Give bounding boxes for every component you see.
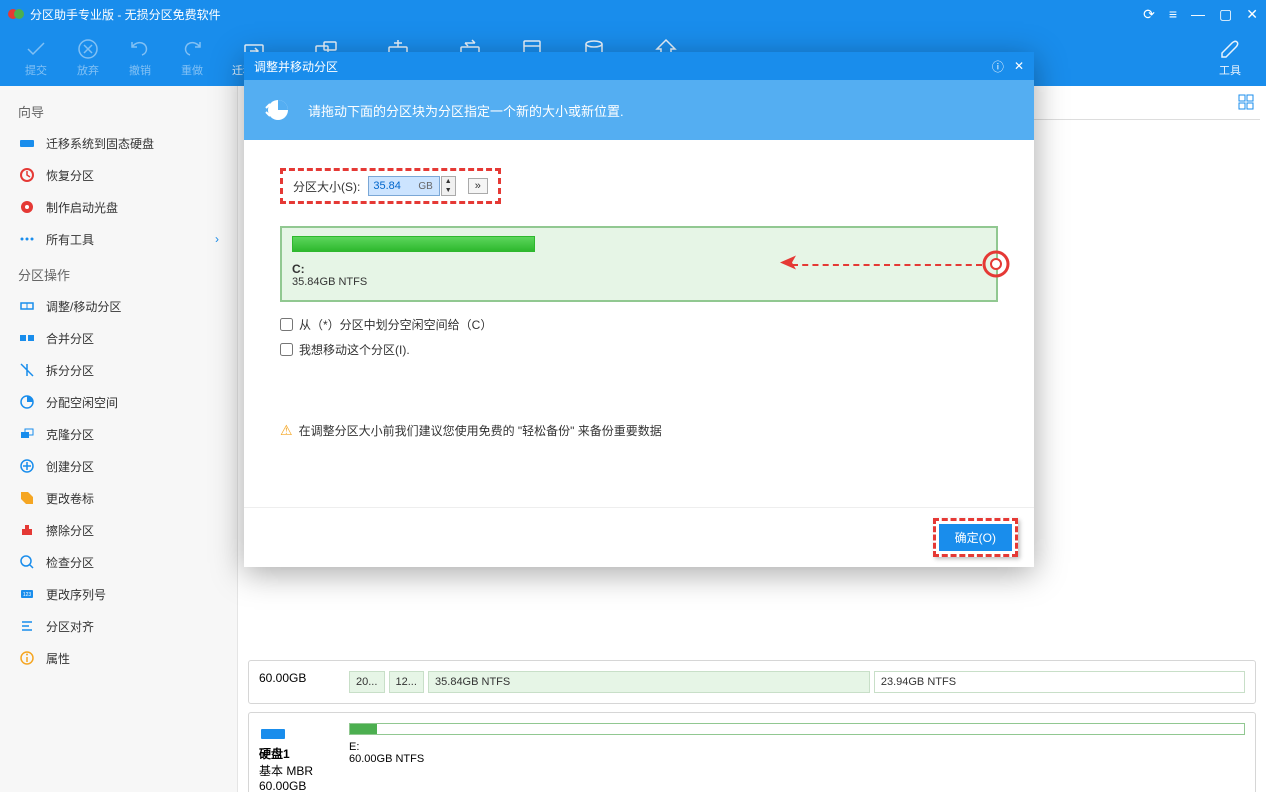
disk0-part3[interactable]: 23.94GB NTFS [874, 671, 1245, 693]
dialog-footer: 确定(O) [244, 507, 1034, 567]
help-icon[interactable]: ⓘ [992, 58, 1004, 75]
viz-size-label: 35.84GB NTFS [292, 276, 986, 288]
dialog-title: 调整并移动分区 [254, 58, 338, 75]
info-icon [18, 649, 36, 667]
maximize-icon[interactable]: ▢ [1219, 6, 1232, 23]
allocate-from-checkbox[interactable] [280, 318, 293, 331]
merge-icon [18, 329, 36, 347]
refresh-icon[interactable]: ⟳ [1143, 6, 1155, 23]
warning-text: 在调整分区大小前我们建议您使用免费的 "轻松备份" 来备份重要数据 [299, 422, 662, 439]
backup-warning: ⚠ 在调整分区大小前我们建议您使用免费的 "轻松备份" 来备份重要数据 [280, 422, 998, 439]
disk1-size: 60.00GB [259, 779, 349, 792]
dialog-header: 调整并移动分区 ⓘ ✕ [244, 52, 1034, 80]
ssd-icon [18, 134, 36, 152]
disk0-size: 60.00GB [259, 671, 349, 685]
sidebar: 向导 迁移系统到固态硬盘 恢复分区 制作启动光盘 所有工具› 分区操作 调整/移… [0, 86, 238, 792]
window-title: 分区助手专业版 - 无损分区免费软件 [30, 6, 1143, 23]
split-icon [18, 361, 36, 379]
move-partition-checkbox[interactable] [280, 343, 293, 356]
serial-icon: 123 [18, 585, 36, 603]
dots-icon [18, 230, 36, 248]
disk0-part0[interactable]: 20... [349, 671, 385, 693]
sidebar-item-clone-part[interactable]: 克隆分区 [0, 418, 237, 450]
resize-handle-icon[interactable] [982, 250, 1010, 278]
allocate-icon [18, 393, 36, 411]
sidebar-item-merge[interactable]: 合并分区 [0, 322, 237, 354]
disk1-name: 硬盘1 [259, 745, 349, 762]
sidebar-item-allocate[interactable]: 分配空闲空间 [0, 386, 237, 418]
allocate-from-checkbox-row: 从（*）分区中划分空闲空间给（C） [280, 316, 998, 333]
resize-partition-dialog: 调整并移动分区 ⓘ ✕ 请拖动下面的分区块为分区指定一个新的大小或新位置. 分区… [244, 52, 1034, 567]
expand-button[interactable]: » [468, 178, 488, 194]
size-spinner[interactable]: ▲▼ [441, 176, 456, 196]
sidebar-item-align[interactable]: 分区对齐 [0, 610, 237, 642]
sidebar-item-check[interactable]: 检查分区 [0, 546, 237, 578]
toolbar-redo[interactable]: 重做 [166, 32, 218, 82]
sidebar-item-recover[interactable]: 恢复分区 [0, 159, 237, 191]
titlebar: 分区助手专业版 - 无损分区免费软件 ⟳ ≡ — ▢ ✕ [0, 0, 1266, 28]
minimize-icon[interactable]: — [1191, 6, 1205, 22]
disk1-drive-letter: E: [349, 741, 1245, 753]
banner-text: 请拖动下面的分区块为分区指定一个新的大小或新位置. [308, 101, 624, 120]
recover-icon [18, 166, 36, 184]
app-logo-icon [8, 6, 24, 22]
svg-text:123: 123 [23, 592, 32, 598]
move-partition-checkbox-row: 我想移动这个分区(I). [280, 341, 998, 358]
toolbar-commit[interactable]: 提交 [10, 32, 62, 82]
disk1-part: 60.00GB NTFS [349, 753, 1245, 765]
warning-icon: ⚠ [280, 422, 293, 439]
check-icon [18, 553, 36, 571]
sidebar-item-serial[interactable]: 123更改序列号 [0, 578, 237, 610]
ok-button-highlight: 确定(O) [933, 518, 1018, 557]
annotation-arrow-head [780, 256, 796, 273]
wipe-icon [18, 521, 36, 539]
create-icon [18, 457, 36, 475]
disk0-part1[interactable]: 12... [389, 671, 425, 693]
chevron-right-icon: › [215, 232, 219, 246]
menu-icon[interactable]: ≡ [1169, 6, 1177, 22]
align-icon [18, 617, 36, 635]
allocate-from-label: 从（*）分区中划分空闲空间给（C） [299, 316, 492, 333]
sidebar-item-bootdisc[interactable]: 制作启动光盘 [0, 191, 237, 223]
sidebar-item-migrate-ssd[interactable]: 迁移系统到固态硬盘 [0, 127, 237, 159]
move-partition-label: 我想移动这个分区(I). [299, 341, 410, 358]
dialog-close-icon[interactable]: ✕ [1014, 59, 1024, 73]
size-label: 分区大小(S): [293, 178, 360, 195]
disk0-part2[interactable]: 35.84GB NTFS [428, 671, 870, 693]
dialog-banner: 请拖动下面的分区块为分区指定一个新的大小或新位置. [244, 80, 1034, 140]
ok-button[interactable]: 确定(O) [939, 524, 1012, 551]
size-unit: GB [418, 181, 432, 192]
pie-arrows-icon [264, 96, 292, 124]
sidebar-item-label[interactable]: 更改卷标 [0, 482, 237, 514]
label-icon [18, 489, 36, 507]
sidebar-item-resize[interactable]: 调整/移动分区 [0, 290, 237, 322]
disk-icon [259, 723, 287, 743]
toolbar-discard[interactable]: 放弃 [62, 32, 114, 82]
sidebar-section-ops: 分区操作 [0, 255, 237, 290]
sidebar-item-wipe-part[interactable]: 擦除分区 [0, 514, 237, 546]
sidebar-item-properties[interactable]: 属性 [0, 642, 237, 674]
toolbar-tools[interactable]: 工具 [1204, 32, 1256, 82]
partition-visualizer[interactable]: C: 35.84GB NTFS [280, 226, 998, 302]
disc-icon [18, 198, 36, 216]
disk1-card[interactable]: 硬盘1 基本 MBR 60.00GB E: 60.00GB NTFS [248, 712, 1256, 792]
partition-size-field-highlight: 分区大小(S): GB ▲▼ » [280, 168, 501, 204]
disk0-card[interactable]: 60.00GB 20... 12... 35.84GB NTFS 23.94GB… [248, 660, 1256, 704]
used-space-bar [292, 236, 535, 252]
sidebar-item-create[interactable]: 创建分区 [0, 450, 237, 482]
toolbar-undo[interactable]: 撤销 [114, 32, 166, 82]
resize-icon [18, 297, 36, 315]
sidebar-item-split[interactable]: 拆分分区 [0, 354, 237, 386]
sidebar-item-alltools[interactable]: 所有工具› [0, 223, 237, 255]
grid-view-icon[interactable] [1238, 94, 1254, 110]
annotation-arrow-line [792, 264, 982, 266]
clone-icon [18, 425, 36, 443]
window-controls: ⟳ ≡ — ▢ ✕ [1143, 6, 1258, 23]
disk1-type: 基本 MBR [259, 762, 349, 779]
close-icon[interactable]: ✕ [1246, 6, 1258, 23]
sidebar-section-wizard: 向导 [0, 92, 237, 127]
